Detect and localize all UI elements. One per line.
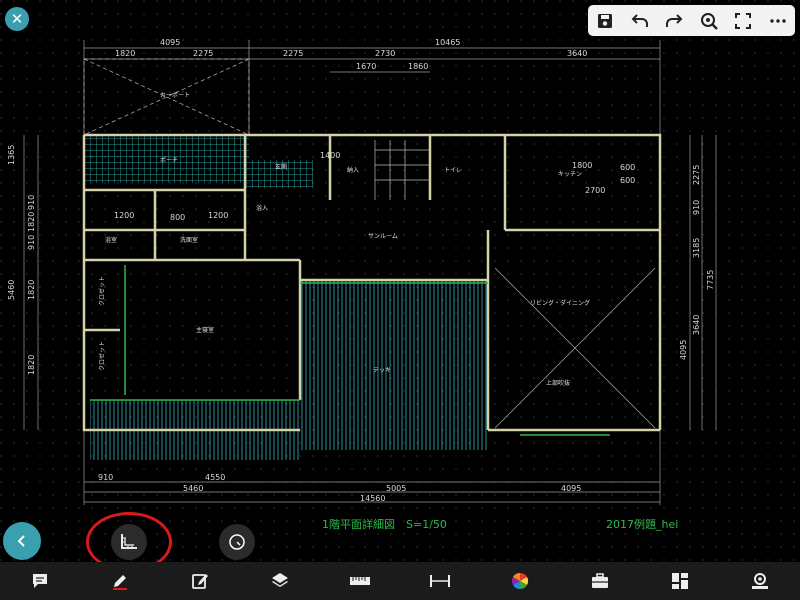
save-icon	[598, 13, 613, 28]
ruler-icon	[350, 577, 370, 585]
drawing-author: 2017例題_hei	[606, 517, 678, 531]
toolbox-icon	[592, 573, 608, 588]
floor-plan-drawing: カーポート ポーチ 玄関 納入 トイレ キッチン 浴入 浴室 洗面室 サンルーム…	[0, 0, 800, 562]
svg-text:サンルーム: サンルーム	[368, 233, 398, 240]
color-wheel-icon	[511, 572, 529, 590]
svg-text:カーポート: カーポート	[160, 91, 190, 99]
svg-text:トイレ: トイレ	[444, 167, 462, 174]
svg-text:2275: 2275	[283, 49, 303, 58]
svg-text:600: 600	[620, 176, 635, 185]
top-toolbar	[588, 5, 795, 36]
save-button[interactable]	[593, 9, 617, 33]
svg-text:4550: 4550	[205, 473, 225, 482]
zoom-fit-icon	[700, 12, 718, 30]
svg-text:910: 910	[98, 473, 113, 482]
svg-text:5005: 5005	[386, 484, 406, 493]
svg-text:10465: 10465	[435, 38, 460, 47]
compass-icon	[229, 534, 245, 550]
svg-text:クロゼット: クロゼット	[98, 276, 106, 306]
back-button[interactable]	[3, 522, 41, 560]
dimension-button[interactable]	[425, 566, 455, 596]
svg-text:2275: 2275	[193, 49, 213, 58]
measure-button[interactable]	[111, 524, 147, 560]
close-button[interactable]: ✕	[5, 7, 29, 31]
svg-text:1800: 1800	[572, 161, 592, 170]
svg-text:600: 600	[620, 163, 635, 172]
svg-text:1670: 1670	[356, 62, 376, 71]
svg-text:洗面室: 洗面室	[180, 236, 198, 244]
svg-text:2700: 2700	[585, 186, 605, 195]
toolbox-button[interactable]	[585, 566, 615, 596]
svg-text:キッチン: キッチン	[558, 171, 582, 178]
redo-icon	[666, 13, 683, 27]
redo-button[interactable]	[662, 9, 686, 33]
svg-text:910: 910	[27, 235, 36, 250]
svg-text:1200: 1200	[208, 211, 228, 220]
svg-text:浴入: 浴入	[256, 204, 268, 212]
svg-text:7735: 7735	[706, 270, 715, 290]
comment-button[interactable]	[25, 566, 55, 596]
dimension-icon	[430, 575, 450, 587]
more-icon	[770, 18, 786, 23]
undo-button[interactable]	[628, 9, 652, 33]
svg-text:2275: 2275	[692, 165, 701, 185]
svg-text:5460: 5460	[7, 280, 16, 300]
fullscreen-icon	[735, 12, 752, 29]
layout-button[interactable]	[665, 566, 695, 596]
svg-text:1365: 1365	[7, 145, 16, 165]
svg-text:2730: 2730	[375, 49, 395, 58]
svg-text:14560: 14560	[360, 494, 385, 503]
svg-text:3640: 3640	[567, 49, 587, 58]
svg-text:リビング・ダイニング: リビング・ダイニング	[530, 299, 590, 307]
undo-icon	[631, 13, 648, 27]
svg-text:浴室: 浴室	[105, 236, 117, 244]
svg-text:3185: 3185	[692, 238, 701, 258]
color-button[interactable]	[505, 566, 535, 596]
svg-text:1860: 1860	[408, 62, 428, 71]
svg-text:上部吹抜: 上部吹抜	[546, 379, 570, 387]
svg-text:800: 800	[170, 213, 185, 222]
layout-icon	[672, 573, 688, 589]
svg-text:5460: 5460	[183, 484, 203, 493]
comment-icon	[33, 574, 47, 588]
edit-square-icon	[192, 574, 208, 589]
pencil-icon	[113, 575, 127, 590]
ruler-button[interactable]	[345, 566, 375, 596]
svg-text:4095: 4095	[160, 38, 180, 47]
compass-button[interactable]	[219, 524, 255, 560]
bottom-toolbar	[0, 562, 800, 600]
svg-text:納入: 納入	[347, 166, 359, 174]
pencil-button[interactable]	[105, 566, 135, 596]
zoom-fit-button[interactable]	[697, 9, 721, 33]
svg-text:1820: 1820	[27, 280, 36, 300]
svg-text:910: 910	[27, 195, 36, 210]
chevron-left-icon	[17, 535, 25, 547]
svg-text:4095: 4095	[561, 484, 581, 493]
svg-text:テッキ: テッキ	[373, 367, 391, 374]
svg-text:玄関: 玄関	[275, 163, 287, 171]
svg-text:1400: 1400	[320, 151, 340, 160]
drawing-title: 1階平面詳細図 S=1/50	[322, 517, 447, 531]
drawing-canvas[interactable]: カーポート ポーチ 玄関 納入 トイレ キッチン 浴入 浴室 洗面室 サンルーム…	[0, 0, 800, 562]
svg-text:1820: 1820	[27, 355, 36, 375]
svg-text:1820: 1820	[115, 49, 135, 58]
more-button[interactable]	[766, 9, 790, 33]
layers-button[interactable]	[265, 566, 295, 596]
close-icon: ✕	[10, 10, 24, 28]
svg-text:クロゼット: クロゼット	[98, 341, 106, 371]
settings-button[interactable]	[745, 566, 775, 596]
svg-text:ポーチ: ポーチ	[160, 156, 178, 164]
fullscreen-button[interactable]	[731, 9, 755, 33]
svg-text:910: 910	[692, 200, 701, 215]
svg-text:1820: 1820	[27, 212, 36, 232]
settings-cog-icon	[752, 573, 768, 589]
layers-icon	[272, 573, 288, 587]
edit-button[interactable]	[185, 566, 215, 596]
svg-text:4095: 4095	[679, 340, 688, 360]
svg-text:1200: 1200	[114, 211, 134, 220]
svg-text:主寝室: 主寝室	[196, 326, 214, 334]
svg-text:3640: 3640	[692, 315, 701, 335]
ruler-square-icon	[121, 534, 137, 549]
